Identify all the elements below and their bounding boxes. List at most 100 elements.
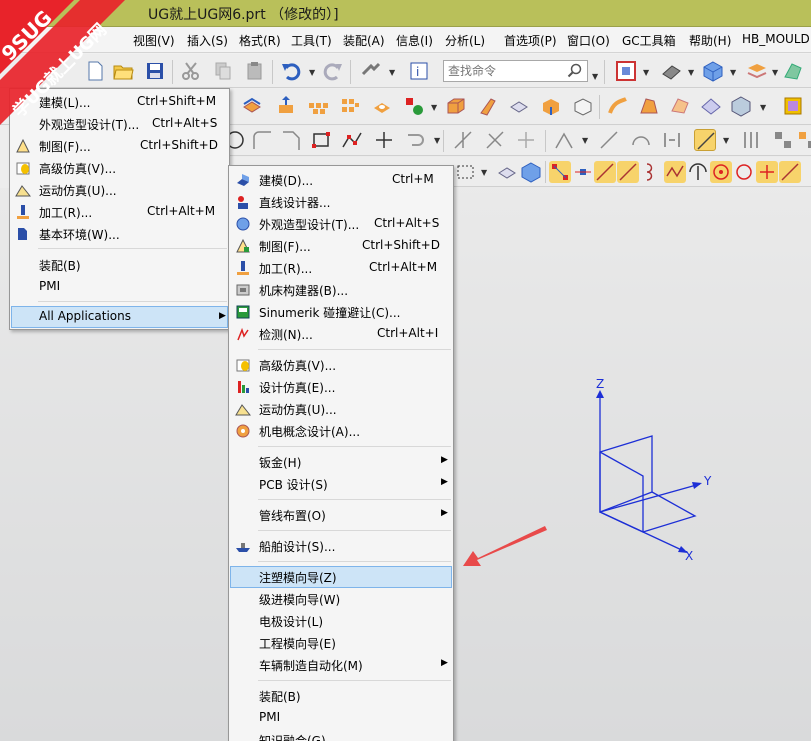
sketch-active-icon[interactable] — [694, 129, 716, 151]
app-item-automotive[interactable]: 车辆制造自动化(M) ▶ — [230, 654, 452, 676]
menu-help[interactable]: 帮助(H) — [689, 32, 731, 49]
pull-face-icon[interactable] — [275, 95, 297, 117]
command-search-input[interactable] — [444, 61, 562, 81]
snap-quadrant-icon[interactable] — [733, 161, 755, 183]
sketch-dropdown-icon[interactable]: ▼ — [431, 103, 439, 112]
start-item-manufacturing[interactable]: 加工(R)... Ctrl+Alt+M — [11, 201, 228, 223]
swept-icon[interactable] — [607, 95, 629, 117]
command-finder-icon[interactable]: i — [408, 60, 430, 82]
app-item-inspection[interactable]: 检测(N)... Ctrl+Alt+I — [230, 323, 452, 345]
sketch-point-icon[interactable] — [403, 95, 425, 117]
snap-control-point-icon[interactable] — [594, 161, 616, 183]
quick-extend-icon[interactable] — [484, 129, 506, 151]
rectangle-icon[interactable] — [310, 129, 332, 151]
repeat-command-icon[interactable] — [360, 60, 382, 82]
undo-dropdown-icon[interactable]: ▼ — [309, 68, 317, 77]
menu-hb-mould[interactable]: HB_MOULD — [742, 32, 810, 46]
pattern-feature-icon[interactable] — [307, 95, 329, 117]
app-item-motion-simulation[interactable]: 运动仿真(U)... — [230, 398, 452, 420]
app-item-machine-tool-builder[interactable]: 机床构建器(B)... — [230, 279, 452, 301]
extrude-icon[interactable] — [241, 95, 263, 117]
mold-wizard-icon[interactable] — [782, 95, 804, 117]
start-item-assembly[interactable]: 装配(B) — [11, 254, 228, 276]
select-bodies-icon[interactable] — [520, 161, 542, 183]
app-item-pmi[interactable]: PMI — [230, 707, 452, 729]
menu-window[interactable]: 窗口(O) — [567, 32, 610, 49]
offset-face-icon[interactable] — [540, 95, 562, 117]
save-icon[interactable] — [144, 60, 166, 82]
pattern-geometry-icon[interactable] — [339, 95, 361, 117]
snap-existing-point-icon[interactable] — [756, 161, 778, 183]
app-item-assembly[interactable]: 装配(B) — [230, 685, 452, 707]
start-item-gateway[interactable]: 基本环境(W)... — [11, 223, 228, 245]
app-item-progressive-die-wizard[interactable]: 级进模向导(W) — [230, 588, 452, 610]
menu-preferences[interactable]: 首选项(P) — [504, 32, 557, 49]
box-icon[interactable] — [445, 95, 467, 117]
copy-icon[interactable] — [212, 60, 234, 82]
layer-dropdown-icon[interactable]: ▼ — [772, 68, 780, 77]
vertical-constraint-icon[interactable] — [740, 129, 762, 151]
menu-analysis[interactable]: 分析(L) — [445, 32, 485, 49]
fillet-curve-icon[interactable] — [251, 129, 273, 151]
paste-icon[interactable] — [244, 60, 266, 82]
studio-surface-icon[interactable] — [669, 95, 691, 117]
wcs-icon[interactable] — [782, 60, 804, 82]
chamfer-curve-icon[interactable] — [280, 129, 302, 151]
app-item-mold-wizard[interactable]: 注塑模向导(Z) — [230, 566, 452, 588]
snap-endpoint-icon[interactable] — [549, 161, 571, 183]
app-item-advanced-simulation[interactable]: 高级仿真(V)... — [230, 354, 452, 376]
app-item-electrode-design[interactable]: 电极设计(L) — [230, 610, 452, 632]
horizontal-constraint-icon[interactable] — [661, 129, 683, 151]
infer-constraints-icon[interactable] — [796, 129, 811, 151]
app-item-modeling[interactable]: 建模(D)... Ctrl+M — [230, 169, 452, 191]
app-item-line-designer[interactable]: 直线设计器... — [230, 191, 452, 213]
app-item-knowledge-fusion[interactable]: 知识融合(G) — [230, 729, 452, 741]
start-item-pmi[interactable]: PMI — [11, 276, 228, 298]
snap-midpoint-icon[interactable] — [572, 161, 594, 183]
select-faces-icon[interactable] — [496, 161, 518, 183]
quick-trim-icon[interactable] — [452, 129, 474, 151]
layer-settings-icon[interactable] — [746, 60, 768, 82]
app-item-design-simulation[interactable]: 设计仿真(E)... — [230, 376, 452, 398]
search-dropdown-icon[interactable]: ▼ — [592, 72, 600, 81]
app-item-sinumerik[interactable]: Sinumerik 碰撞避让(C)... — [230, 301, 452, 323]
show-constraints-icon[interactable] — [772, 129, 794, 151]
constraint-icon[interactable] — [553, 129, 575, 151]
snap-point-on-face-icon[interactable] — [779, 161, 801, 183]
fit-view-icon[interactable] — [615, 60, 637, 82]
orient-view-icon[interactable] — [702, 60, 724, 82]
selection-dropdown-icon[interactable]: ▼ — [481, 168, 489, 177]
constraint-dropdown-icon[interactable]: ▼ — [582, 136, 590, 145]
app-item-manufacturing[interactable]: 加工(R)... Ctrl+Alt+M — [230, 257, 452, 279]
dimension-icon[interactable] — [598, 129, 620, 151]
render-style-dropdown-icon[interactable]: ▼ — [688, 68, 696, 77]
point-icon[interactable] — [373, 129, 395, 151]
app-item-engineering-die-wizard[interactable]: 工程模向导(E) — [230, 632, 452, 654]
snap-on-curve-icon[interactable] — [641, 161, 663, 183]
feature-more-dropdown-icon[interactable]: ▼ — [760, 103, 768, 112]
polyline-icon[interactable] — [341, 129, 363, 151]
menu-tools[interactable]: 工具(T) — [291, 32, 332, 49]
fit-view-dropdown-icon[interactable]: ▼ — [643, 68, 651, 77]
app-item-ship-design[interactable]: 船舶设计(S)... — [230, 535, 452, 557]
repeat-dropdown-icon[interactable]: ▼ — [389, 68, 397, 77]
app-item-drafting[interactable]: 制图(F)... Ctrl+Shift+D — [230, 235, 452, 257]
render-style-icon[interactable] — [660, 60, 682, 82]
cut-icon[interactable] — [180, 60, 202, 82]
selection-box-icon[interactable] — [455, 161, 477, 183]
redo-icon[interactable] — [322, 60, 344, 82]
search-icon[interactable] — [567, 63, 583, 79]
start-item-advanced-simulation[interactable]: 高级仿真(V)... — [11, 157, 228, 179]
menu-gc-toolbox[interactable]: GC工具箱 — [622, 32, 676, 49]
app-item-shape-studio[interactable]: 外观造型设计(T)... Ctrl+Alt+S — [230, 213, 452, 235]
n-sided-surface-icon[interactable] — [700, 95, 722, 117]
snap-tangent-icon[interactable] — [664, 161, 686, 183]
orient-view-dropdown-icon[interactable]: ▼ — [730, 68, 738, 77]
app-item-sheet-metal[interactable]: 钣金(H) ▶ — [230, 451, 452, 473]
offset-curve-icon[interactable] — [404, 129, 426, 151]
menu-format[interactable]: 格式(R) — [239, 32, 281, 49]
shell-icon[interactable] — [508, 95, 530, 117]
curve-dropdown-icon[interactable]: ▼ — [434, 136, 442, 145]
snap-perpendicular-icon[interactable] — [687, 161, 709, 183]
start-item-motion-simulation[interactable]: 运动仿真(U)... — [11, 179, 228, 201]
